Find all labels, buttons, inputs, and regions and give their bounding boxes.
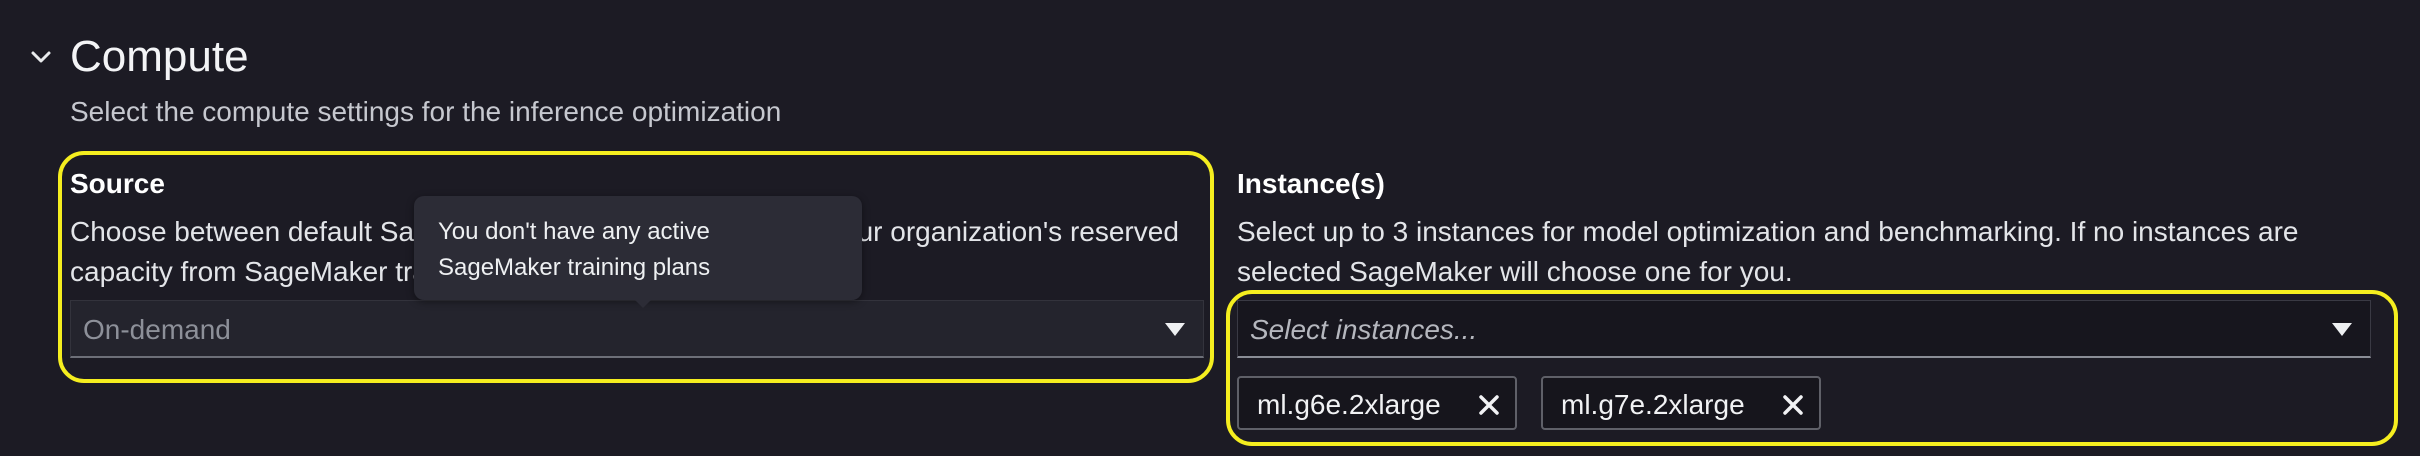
- caret-down-icon: [2332, 323, 2352, 336]
- tooltip-arrow: [633, 298, 653, 308]
- chevron-down-icon[interactable]: [28, 44, 54, 70]
- instance-token-label: ml.g7e.2xlarge: [1561, 389, 1745, 420]
- instance-token: ml.g6e.2xlarge: [1237, 376, 1517, 430]
- source-label: Source: [70, 168, 165, 199]
- instance-token-label: ml.g6e.2xlarge: [1257, 389, 1441, 420]
- close-icon[interactable]: [1477, 393, 1501, 417]
- close-icon[interactable]: [1781, 393, 1805, 417]
- instances-label: Instance(s): [1237, 168, 1385, 199]
- caret-down-icon: [1165, 323, 1185, 336]
- source-select-value: On-demand: [83, 314, 231, 345]
- section-title[interactable]: Compute: [70, 32, 249, 82]
- instances-description: Select up to 3 instances for model optim…: [1237, 216, 2299, 287]
- tooltip: You don't have any active SageMaker trai…: [414, 196, 862, 300]
- instances-select[interactable]: Select instances...: [1237, 300, 2371, 358]
- section-subtitle: Select the compute settings for the infe…: [70, 96, 782, 127]
- instances-select-placeholder: Select instances...: [1250, 314, 1478, 345]
- instance-token: ml.g7e.2xlarge: [1541, 376, 1821, 430]
- source-select[interactable]: On-demand: [70, 300, 1204, 358]
